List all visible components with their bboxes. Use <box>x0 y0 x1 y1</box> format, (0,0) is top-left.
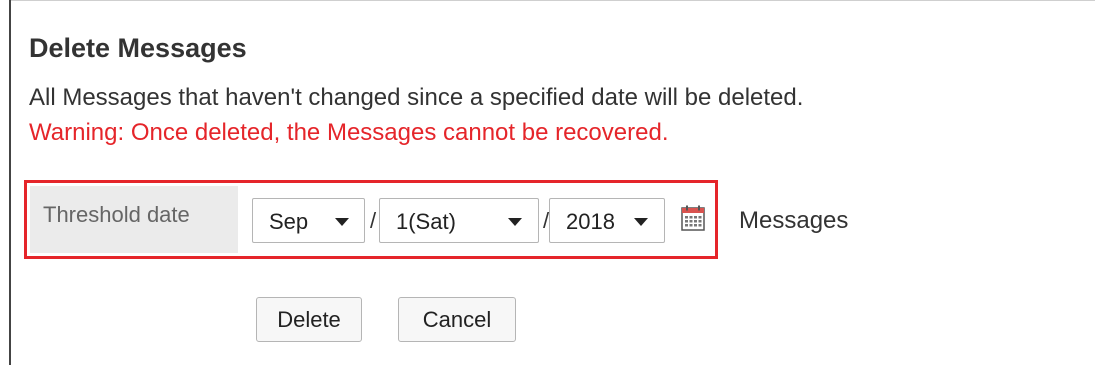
threshold-date-label-text: Threshold date <box>43 202 190 227</box>
chevron-down-icon <box>634 218 648 226</box>
month-select-value: Sep <box>269 209 309 234</box>
month-select[interactable]: Sep <box>252 198 365 243</box>
calendar-icon[interactable] <box>681 205 705 231</box>
chevron-down-icon <box>508 218 522 226</box>
delete-button[interactable]: Delete <box>256 297 362 342</box>
cancel-button[interactable]: Cancel <box>398 297 516 342</box>
panel-left-border <box>9 0 11 365</box>
description-text: All Messages that haven't changed since … <box>29 84 804 111</box>
warning-text: Warning: Once deleted, the Messages cann… <box>29 119 669 146</box>
day-select[interactable]: 1(Sat) <box>379 198 539 243</box>
day-select-value: 1(Sat) <box>396 209 456 234</box>
year-select[interactable]: 2018 <box>549 198 665 243</box>
threshold-date-label: Threshold date <box>30 186 238 253</box>
messages-label: Messages <box>739 207 849 234</box>
date-separator: / <box>370 208 377 233</box>
page-title: Delete Messages <box>29 33 247 63</box>
chevron-down-icon <box>335 218 349 226</box>
panel-top-border <box>9 0 1095 1</box>
year-select-value: 2018 <box>566 209 615 234</box>
